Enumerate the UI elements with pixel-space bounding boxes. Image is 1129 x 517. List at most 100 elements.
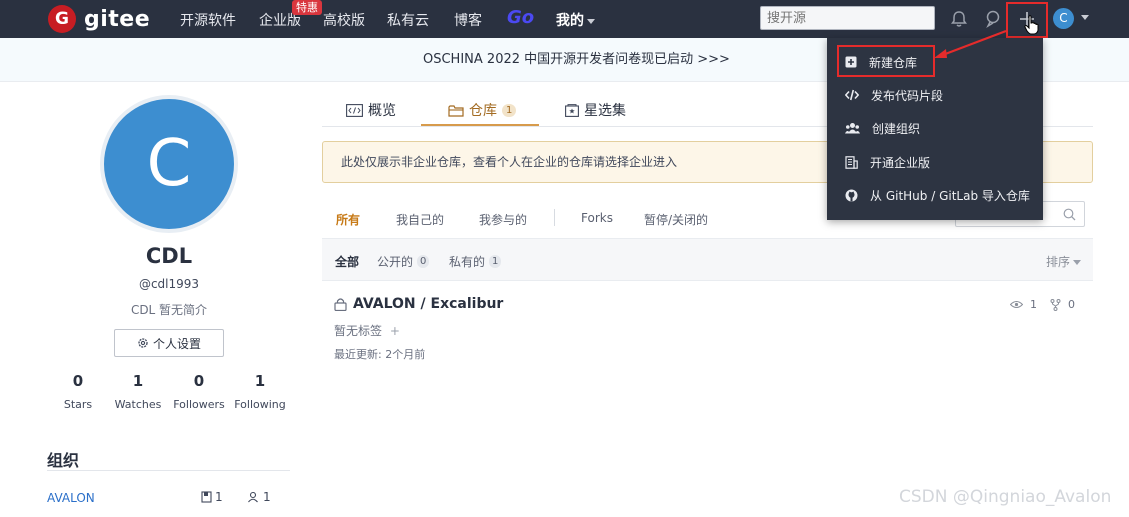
stat-watches-label: Watches [114,398,162,411]
repo-name[interactable]: AVALON / Excalibur [353,296,503,312]
gitee-logo-text: gitee [84,6,151,32]
sort-label: 排序 [1045,255,1070,269]
nav-open-source[interactable]: 开源软件 [180,10,236,30]
stat-watches-value: 1 [132,372,144,390]
repo-updated: 最近更新: 2个月前 [334,348,426,361]
filter-divider [554,209,555,226]
nav-blog[interactable]: 博客 [454,10,482,30]
search-input[interactable] [760,6,935,30]
lock-icon [334,298,347,311]
star-box-icon [565,103,579,117]
repo-watch-count: 1 [1030,298,1037,311]
nav-mine-menu[interactable]: 我的 [556,10,595,30]
search-icon [1063,208,1076,221]
stat-following-label: Following [234,398,286,411]
building-icon [845,155,858,169]
org-repo-count: 1 [201,490,223,504]
bulb-icon[interactable] [983,9,1003,29]
org-link-avalon[interactable]: AVALON [47,491,95,505]
personal-settings-button[interactable]: 个人设置 [114,329,224,357]
tab-repositories-label: 仓库 [469,103,497,119]
annotation-arrow-icon [934,29,1007,58]
repo-tags-text: 暂无标签 [334,324,383,338]
add-tag-icon[interactable]: + [390,324,400,338]
tab-repositories-count: 1 [502,103,517,117]
chevron-down-icon [1073,260,1081,265]
tab-star-collections-label: 星选集 [584,103,626,119]
group-icon [845,123,860,134]
menu-publish-snippet-label: 发布代码片段 [871,88,944,103]
visibility-private[interactable]: 私有的 1 [449,253,502,270]
visibility-all[interactable]: 全部 [335,253,359,270]
visibility-public[interactable]: 公开的 0 [377,253,430,270]
chevron-down-icon [587,18,595,24]
active-tab-indicator [421,124,539,126]
organizations-heading: 组织 [47,451,80,470]
gitee-logo-mark: G [48,5,76,33]
stat-stars-value: 0 [72,372,84,390]
repo-fork-stat[interactable]: 0 [1050,298,1075,311]
repo-tags: 暂无标签 + [334,322,400,339]
nav-private-cloud[interactable]: 私有云 [387,10,429,30]
tab-overview[interactable]: 概览 [346,100,396,120]
filter-all[interactable]: 所有 [336,211,360,228]
eye-icon [1010,301,1023,308]
repo-item-title[interactable]: AVALON / Excalibur [334,296,503,312]
visibility-private-count: 1 [489,255,502,268]
filter-mine[interactable]: 我自己的 [396,211,444,228]
stat-watches[interactable]: 1 Watches [108,372,168,411]
org-member-count: 1 [247,490,271,504]
menu-enterprise-label: 开通企业版 [870,155,931,170]
bell-icon[interactable] [949,9,969,29]
nav-university[interactable]: 高校版 [323,10,365,30]
profile-bio: CDL 暂无简介 [130,303,208,317]
menu-enterprise[interactable]: 开通企业版 [845,152,930,172]
stat-following-value: 1 [254,372,266,390]
enterprise-promo-badge: 特惠 [292,0,322,15]
menu-create-organization[interactable]: 创建组织 [845,118,920,138]
visibility-public-label: 公开的 [377,255,414,269]
visibility-all-label: 全部 [335,255,360,269]
gitee-logo[interactable]: G gitee [48,5,150,33]
members-icon [248,491,258,503]
menu-create-organization-label: 创建组织 [872,121,921,136]
menu-import-repository[interactable]: 从 GitHub / GitLab 导入仓库 [845,185,1030,205]
repo-watch-stat[interactable]: 1 [1010,298,1037,311]
visibility-filter-bar: 全部 公开的 0 私有的 1 排序 [322,238,1093,281]
menu-publish-snippet[interactable]: 发布代码片段 [845,85,943,105]
personal-settings-label: 个人设置 [152,336,201,351]
code-window-icon [346,103,363,117]
csdn-watermark: CSDN @Qingniao_Avalon [899,487,1112,507]
profile-handle: @cdl1993 [138,277,200,291]
user-avatar-small[interactable]: C [1053,8,1074,29]
menu-import-repository-label: 从 GitHub / GitLab 导入仓库 [870,188,1030,203]
new-repository-highlight [837,45,935,77]
organizations-divider [47,470,290,471]
sort-dropdown[interactable]: 排序 [1046,253,1081,270]
stat-stars[interactable]: 0 Stars [48,372,108,411]
stat-following[interactable]: 1 Following [230,372,290,411]
org-member-count-value: 1 [263,490,271,504]
stat-followers-value: 0 [193,372,205,390]
fork-icon [1050,298,1061,311]
tab-star-collections[interactable]: 星选集 [565,100,626,120]
visibility-public-count: 0 [417,255,430,268]
filter-participated[interactable]: 我参与的 [479,211,527,228]
stat-followers[interactable]: 0 Followers [169,372,229,411]
nav-go[interactable]: Go [507,7,534,28]
stat-stars-label: Stars [63,398,93,411]
repo-book-icon [201,491,212,503]
filter-forks[interactable]: Forks [581,211,613,225]
profile-avatar: C [100,95,238,233]
code-icon [845,89,859,101]
tab-repositories[interactable]: 仓库 1 [448,100,517,120]
hand-cursor-icon [1024,15,1039,35]
filter-closed[interactable]: 暂停/关闭的 [644,211,708,228]
stat-followers-label: Followers [173,398,225,411]
chevron-down-icon[interactable] [1081,15,1089,20]
nav-mine-label: 我的 [556,13,584,29]
tab-overview-label: 概览 [368,103,396,119]
announcement-text[interactable]: OSCHINA 2022 中国开源开发者问卷现已启动 >>> [423,38,730,82]
repo-fork-count: 0 [1068,298,1075,311]
github-icon [845,189,858,201]
